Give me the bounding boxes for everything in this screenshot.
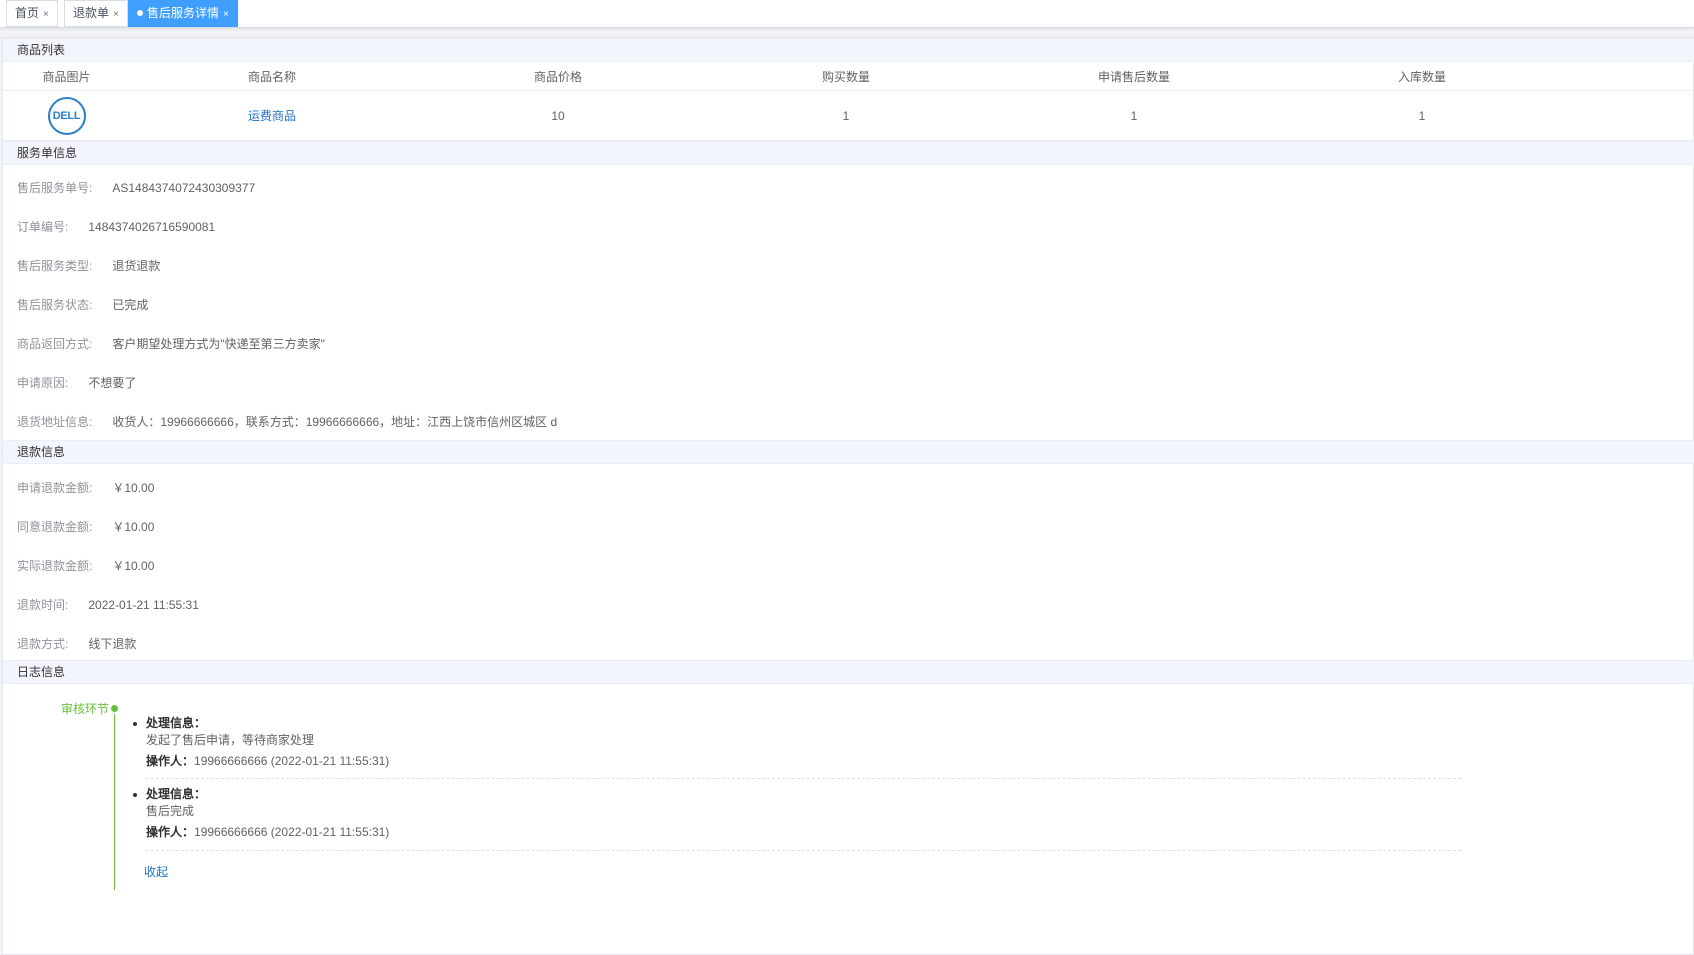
field-value: AS1484374072430309377 [112, 181, 256, 195]
tab-home-label: 首页 [15, 6, 40, 20]
refund-method-row: 退款方式: 线下退款 [17, 635, 136, 652]
return-method-row: 商品返回方式: 客户期望处理方式为"快递至第三方卖家" [17, 335, 325, 352]
timeline-stage-label: 审核环节 [61, 702, 110, 716]
log-operator-label: 操作人： [146, 825, 195, 839]
product-table-header: 商品图片 商品名称 商品价格 购买数量 申请售后数量 入库数量 [3, 62, 1694, 91]
field-value: ￥10.00 [112, 520, 155, 534]
col-price: 商品价格 [533, 69, 582, 84]
log-divider [146, 850, 1461, 851]
log-info-label: 处理信息： [146, 787, 207, 801]
apply-reason-row: 申请原因: 不想要了 [17, 374, 136, 391]
tab-refund-list-label: 退款单 [73, 6, 110, 20]
product-image-cell: DELL [3, 91, 130, 140]
field-label: 售后服务类型: [17, 259, 93, 273]
col-apply-qty: 申请售后数量 [1097, 69, 1170, 84]
field-label: 订单编号: [17, 220, 69, 234]
field-label: 售后服务状态: [17, 298, 93, 312]
section-title-products: 商品列表 [3, 38, 1694, 62]
log-info-text: 发起了售后申请，等待商家处理 [146, 733, 315, 747]
table-row: DELL 运费商品 10 1 1 1 [3, 91, 1694, 141]
field-value: 客户期望处理方式为"快递至第三方卖家" [112, 337, 325, 351]
field-label: 商品返回方式: [17, 337, 93, 351]
log-operator-value: 19966666666 (2022-01-21 11:55:31) [194, 825, 390, 839]
product-stock-qty: 1 [1418, 108, 1426, 123]
tab-home[interactable]: 首页 × [6, 0, 58, 27]
service-type-row: 售后服务类型: 退货退款 [17, 257, 160, 274]
dell-logo: DELL [47, 96, 86, 135]
field-value: 收货人：19966666666，联系方式：19966666666，地址：江西上饶… [112, 415, 558, 429]
log-operator-value: 19966666666 (2022-01-21 11:55:31) [194, 754, 390, 768]
return-address-row: 退货地址信息: 收货人：19966666666，联系方式：19966666666，… [17, 413, 557, 430]
product-name-cell: 运费商品 [130, 91, 414, 140]
log-info-label: 处理信息： [146, 716, 207, 730]
tab-refund-list[interactable]: 退款单 × [64, 0, 128, 27]
col-name: 商品名称 [247, 69, 296, 84]
tabs-bar: 首页 × 退款单 × 售后服务详情 × [0, 0, 1694, 28]
detail-panel: 商品列表 商品图片 商品名称 商品价格 购买数量 申请售后数量 入库数量 DEL… [2, 37, 1694, 955]
log-divider [146, 778, 1461, 779]
close-icon[interactable]: × [43, 9, 49, 20]
field-value: 已完成 [112, 298, 149, 312]
log-operator-label: 操作人： [146, 754, 195, 768]
refund-time-row: 退款时间: 2022-01-21 11:55:31 [17, 596, 199, 613]
section-title-logs: 日志信息 [3, 660, 1694, 684]
field-value: ￥10.00 [112, 559, 155, 573]
col-stock-qty: 入库数量 [1397, 69, 1446, 84]
collapse-link[interactable]: 收起 [144, 863, 168, 880]
log-info-text: 售后完成 [146, 804, 195, 818]
col-buy-qty: 购买数量 [821, 69, 870, 84]
section-title-refund: 退款信息 [3, 440, 1694, 464]
field-value: 2022-01-21 11:55:31 [88, 598, 199, 612]
field-label: 退款时间: [17, 598, 69, 612]
bullet-icon [133, 793, 137, 797]
field-label: 同意退款金额: [17, 520, 93, 534]
timeline-line [114, 714, 115, 890]
log-entry: 处理信息： 售后完成 操作人：19966666666 (2022-01-21 1… [133, 786, 1461, 841]
product-apply-qty: 1 [1130, 108, 1138, 123]
field-value: 不想要了 [88, 376, 137, 390]
field-label: 退款方式: [17, 637, 69, 651]
section-title-service: 服务单信息 [3, 141, 1694, 165]
timeline-dot-icon [111, 705, 118, 712]
log-entry: 处理信息： 发起了售后申请，等待商家处理 操作人：19966666666 (20… [133, 715, 1461, 770]
field-value: 线下退款 [88, 637, 137, 651]
product-name-link[interactable]: 运费商品 [248, 107, 296, 124]
product-buy-qty: 1 [842, 108, 850, 123]
field-label: 申请原因: [17, 376, 69, 390]
close-icon[interactable]: × [113, 9, 119, 20]
field-label: 退货地址信息: [17, 415, 93, 429]
product-price: 10 [551, 108, 565, 123]
field-value: 1484374026716590081 [88, 220, 216, 234]
tab-aftersale-detail[interactable]: 售后服务详情 × [128, 0, 238, 27]
agree-refund-row: 同意退款金额: ￥10.00 [17, 518, 154, 535]
field-label: 售后服务单号: [17, 181, 93, 195]
tab-aftersale-detail-label: 售后服务详情 [147, 6, 220, 20]
active-dot-icon [137, 10, 143, 16]
field-value: 退货退款 [112, 259, 161, 273]
order-no-row: 订单编号: 1484374026716590081 [17, 218, 215, 235]
field-label: 实际退款金额: [17, 559, 93, 573]
field-label: 申请退款金额: [17, 481, 93, 495]
bullet-icon [133, 722, 137, 726]
service-status-row: 售后服务状态: 已完成 [17, 296, 148, 313]
col-image: 商品图片 [42, 69, 91, 84]
actual-refund-row: 实际退款金额: ￥10.00 [17, 557, 154, 574]
close-icon[interactable]: × [223, 9, 229, 20]
apply-refund-row: 申请退款金额: ￥10.00 [17, 479, 154, 496]
field-value: ￥10.00 [112, 481, 155, 495]
service-no-row: 售后服务单号: AS1484374072430309377 [17, 179, 255, 196]
